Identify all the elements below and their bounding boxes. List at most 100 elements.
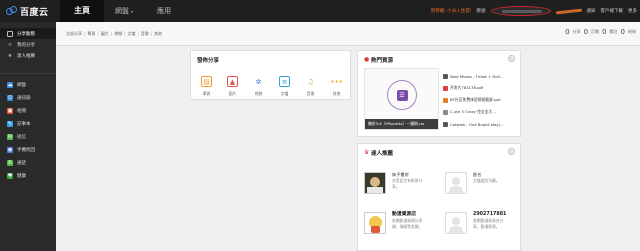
sidebar-item-share-feed[interactable]: 分享動態	[0, 28, 56, 39]
top-right-links: 新特權: 小米入住雲! 帳號 通知 客戶端下載 更多	[431, 0, 637, 22]
filter-other[interactable]: 其他	[154, 31, 162, 37]
sidebar-item-label: 分享動態	[17, 31, 35, 37]
sidebar-item-label: 短信	[17, 134, 26, 140]
list-item[interactable]: C-ute 5 Crazy 完全全大...	[443, 106, 516, 118]
sidebar-item-label: 達人推薦	[17, 53, 35, 59]
top-bar: 百度云 主頁 網盤 ▾ 應用 新特權: 小米入住雲! 帳號 通知 客戶端下載 更多	[0, 0, 640, 22]
sidebar-item-netdisk[interactable]: ☁ 網盤	[0, 78, 56, 91]
share-page-button[interactable]: ▤ 單頁	[197, 76, 216, 97]
subscribe-count[interactable]: 0	[584, 28, 588, 36]
cloud-logo-icon	[6, 6, 18, 16]
fans-count[interactable]: 0	[621, 28, 625, 36]
expert-desc: 文檔讓別刊藏。	[473, 178, 500, 183]
call-icon: ✆	[7, 159, 13, 166]
expert-desc-2: 享，動漫資源。	[473, 224, 500, 229]
list-item[interactable]: Nine Muses - Ticket + Doll...	[443, 70, 516, 82]
image-icon: ▲	[227, 76, 238, 87]
file-icon	[443, 121, 448, 127]
promo-link[interactable]: 新特權: 小米入住雲!	[431, 8, 472, 14]
sidebar-item-expert[interactable]: ★ 達人推薦	[0, 50, 56, 61]
sidebar-item-contacts[interactable]: ☺ 通訊錄	[0, 91, 56, 104]
refresh-icon[interactable]: ↻	[508, 148, 515, 155]
fans-count-label: 粉絲	[628, 29, 636, 34]
sidebar-item-call[interactable]: ✆ 通話	[0, 156, 56, 169]
list-item[interactable]: BT社区免费体验帮助截屏.ppt	[443, 94, 516, 106]
list-item-label: 开发片783178.pdf	[450, 85, 484, 90]
expert-card[interactable]: 動漫資源店 各類動漫資源分享 鋪，情報等各類。	[364, 212, 422, 234]
refresh-icon[interactable]: ↻	[508, 55, 515, 62]
tab-home[interactable]: 主頁	[60, 0, 104, 22]
sidebar-item-phone-find[interactable]: ◉ 手機找回	[0, 143, 56, 156]
hot-resource-preview[interactable]: ☰ 備份3.6（iPhone4s）一鍵刷.rar	[364, 68, 439, 130]
share-type-label: 文檔	[280, 91, 289, 96]
notifications-link[interactable]: 通知	[587, 8, 596, 14]
sidebar-item-album[interactable]: ▣ 相冊	[0, 104, 56, 117]
expert-icon: ★	[7, 52, 13, 59]
avatar	[445, 212, 467, 234]
expert-desc-2: 鋪，情報等各類。	[392, 224, 423, 229]
list-item-label: Nine Muses - Ticket + Doll...	[450, 73, 504, 79]
filter-page[interactable]: 單頁	[87, 31, 95, 37]
sidebar-item-sms[interactable]: ✉ 短信	[0, 130, 56, 143]
more-link[interactable]: 更多	[628, 8, 637, 14]
account-label: 帳號	[476, 9, 486, 14]
share-more-button[interactable]: ••• 其他	[327, 76, 346, 97]
expert-card[interactable]: 2902717881 各類動漫資源合分 享，動漫資源。	[445, 212, 506, 234]
notebook-icon: ✎	[7, 120, 13, 127]
client-download-link[interactable]: 客戶端下載	[601, 8, 624, 14]
contacts-icon: ☺	[7, 94, 13, 101]
ppt-icon	[443, 97, 448, 103]
panel-title: 熱門資源	[371, 58, 394, 64]
share-count[interactable]: 0	[565, 28, 569, 36]
expert-card[interactable]: 匿名 文檔讓別刊藏。	[445, 172, 500, 194]
list-item[interactable]: 开发片783178.pdf	[443, 82, 516, 94]
sidebar-item-health[interactable]: ♥ 健康	[0, 169, 56, 182]
file-icon	[443, 109, 448, 115]
album-icon: ▣	[7, 107, 13, 114]
share-image-button[interactable]: ▲ 圖片	[223, 76, 242, 97]
page-icon: ▤	[201, 76, 212, 87]
tab-apps[interactable]: 應用	[144, 0, 184, 22]
share-count-label: 分享	[572, 29, 581, 34]
sidebar-item-label: 通訊錄	[17, 95, 31, 101]
follow-count-label: 關注	[609, 29, 618, 34]
share-video-button[interactable]: ✲ 視頻	[249, 76, 268, 97]
filter-image[interactable]: 圖片	[101, 31, 109, 37]
phone-find-icon: ◉	[7, 146, 13, 153]
subscribe-count-label: 訂閱	[591, 29, 600, 34]
sidebar-item-label: 手機找回	[17, 147, 35, 153]
file-icon	[443, 73, 448, 79]
sidebar-item-label: 健康	[17, 173, 26, 179]
profile-counts: 0 分享 0 訂閱 0 關注 0 粉絲	[565, 28, 636, 36]
sidebar-item-notebook[interactable]: ✎ 記事本	[0, 117, 56, 130]
sidebar-item-my-share[interactable]: < 我的分享	[0, 39, 56, 50]
brand-name: 百度云	[20, 7, 49, 18]
archive-file-icon: ☰	[387, 80, 417, 110]
list-item[interactable]: Catwalk - One Bright stay(...	[443, 118, 516, 130]
share-doc-button[interactable]: ≡ 文檔	[275, 76, 294, 97]
expert-card[interactable]: 妹子書房 本是此生有影原分 享。	[364, 172, 422, 194]
brand-logo[interactable]: 百度云	[6, 5, 49, 18]
share-music-button[interactable]: ♫ 音樂	[301, 76, 320, 97]
sidebar-item-label: 網盤	[17, 82, 26, 88]
account-name-redacted[interactable]	[490, 6, 551, 16]
panel-title: 發佈分享	[197, 58, 220, 64]
list-item-label: C-ute 5 Crazy 完全全大...	[450, 109, 496, 114]
filter-all[interactable]: 全部分享	[66, 31, 82, 37]
redaction-mark	[555, 8, 582, 14]
panel-title-row: ♛ 達人推薦	[364, 149, 393, 158]
filter-video[interactable]: 視頻	[114, 31, 122, 37]
cloud-drive-icon: ☁	[7, 81, 13, 88]
more-icon: •••	[330, 77, 343, 86]
share-feed-icon	[7, 30, 13, 37]
filter-music[interactable]: 音樂	[141, 31, 149, 37]
crown-icon: ♛	[364, 149, 370, 156]
tab-netdisk[interactable]: 網盤 ▾	[104, 0, 144, 22]
filter-bar: 全部分享 | 單頁 | 圖片 | 視頻 | 文檔 | 音樂 | 其他 0 分享 0 訂閱 0 關注…	[56, 22, 640, 46]
follow-count[interactable]: 0	[602, 28, 606, 36]
doc-icon: ≡	[279, 76, 290, 87]
filter-doc[interactable]: 文檔	[127, 31, 135, 37]
expert-recommend-panel: ♛ 達人推薦 ↻ 妹子書房 本是此生有影原分 享。 匿名 文檔讓別刊藏。 動漫資源店 各類…	[357, 143, 521, 251]
share-type-label: 單頁	[202, 91, 211, 96]
hot-resource-list: Nine Muses - Ticket + Doll... 开发片783178.…	[443, 70, 516, 130]
